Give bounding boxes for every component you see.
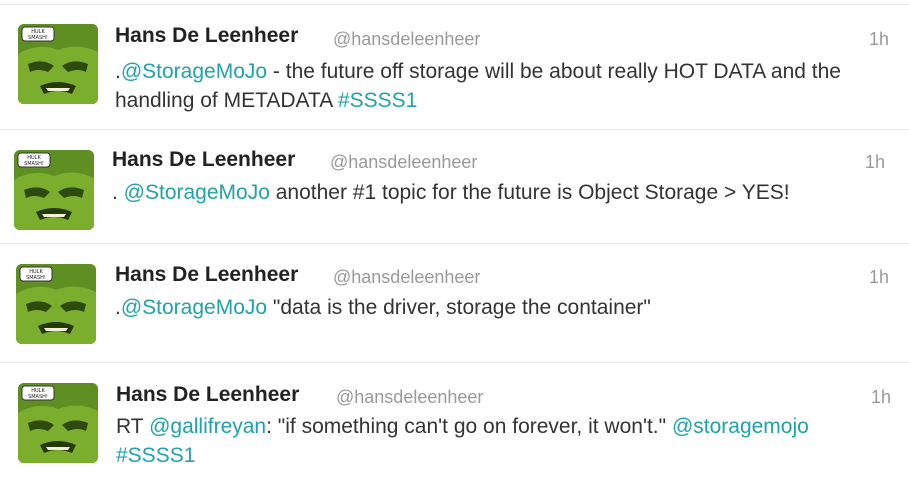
svg-text:SMASH!: SMASH! [26,275,46,281]
timestamp[interactable]: 1h [869,29,889,50]
hulk-avatar-icon[interactable]: HULK SMASH! [18,383,98,463]
mention-link[interactable]: @StorageMoJo [121,296,267,319]
hashtag-link[interactable]: #SSSS1 [116,444,195,467]
mention-link[interactable]: @storagemojo [672,415,809,438]
mention-link[interactable]: @StorageMoJo [121,60,267,83]
author-handle[interactable]: @hansdeleenheer [333,29,480,50]
hulk-avatar-icon[interactable]: HULK SMASH! [14,150,94,230]
timestamp[interactable]: 1h [869,267,889,288]
hulk-avatar-icon[interactable]: HULK SMASH! [18,24,98,104]
hulk-avatar-icon[interactable]: HULK SMASH! [16,264,96,344]
text-segment: "data is the driver, storage the contain… [267,296,651,319]
svg-text:SMASH!: SMASH! [28,394,48,400]
author-name[interactable]: Hans De Leenheer [115,24,298,48]
tweet-item[interactable]: HULK SMASH! Hans De Leenheer @hansdeleen… [0,363,909,483]
svg-text:SMASH!: SMASH! [28,35,48,41]
text-segment: RT [116,415,150,438]
tweet-item[interactable]: HULK SMASH! Hans De Leenheer @hansdeleen… [0,130,909,244]
author-name[interactable]: Hans De Leenheer [112,148,295,172]
author-handle[interactable]: @hansdeleenheer [336,387,483,408]
mention-link[interactable]: @StorageMoJo [124,181,270,204]
tweet-item[interactable]: HULK SMASH! Hans De Leenheer @hansdeleen… [0,244,909,363]
svg-text:SMASH!: SMASH! [24,161,44,167]
text-segment: . [112,181,124,204]
tweet-text: .@StorageMoJo "data is the driver, stora… [115,293,895,322]
timestamp[interactable]: 1h [865,152,885,173]
timestamp[interactable]: 1h [871,387,891,408]
author-name[interactable]: Hans De Leenheer [116,383,299,407]
tweet-text: . @StorageMoJo another #1 topic for the … [112,178,892,207]
text-segment: : "if something can't go on forever, it … [266,415,672,438]
author-handle[interactable]: @hansdeleenheer [330,152,477,173]
text-segment: another #1 topic for the future is Objec… [269,181,790,204]
tweet-text: RT @gallifreyan: "if something can't go … [116,412,896,470]
hashtag-link[interactable]: #SSSS1 [338,89,417,112]
author-name[interactable]: Hans De Leenheer [115,263,298,287]
tweet-item[interactable]: HULK SMASH! Hans De Leenheer @hansdeleen… [0,5,909,130]
author-handle[interactable]: @hansdeleenheer [333,267,480,288]
mention-link[interactable]: @gallifreyan [149,415,266,438]
tweet-text: .@StorageMoJo - the future off storage w… [115,57,895,115]
